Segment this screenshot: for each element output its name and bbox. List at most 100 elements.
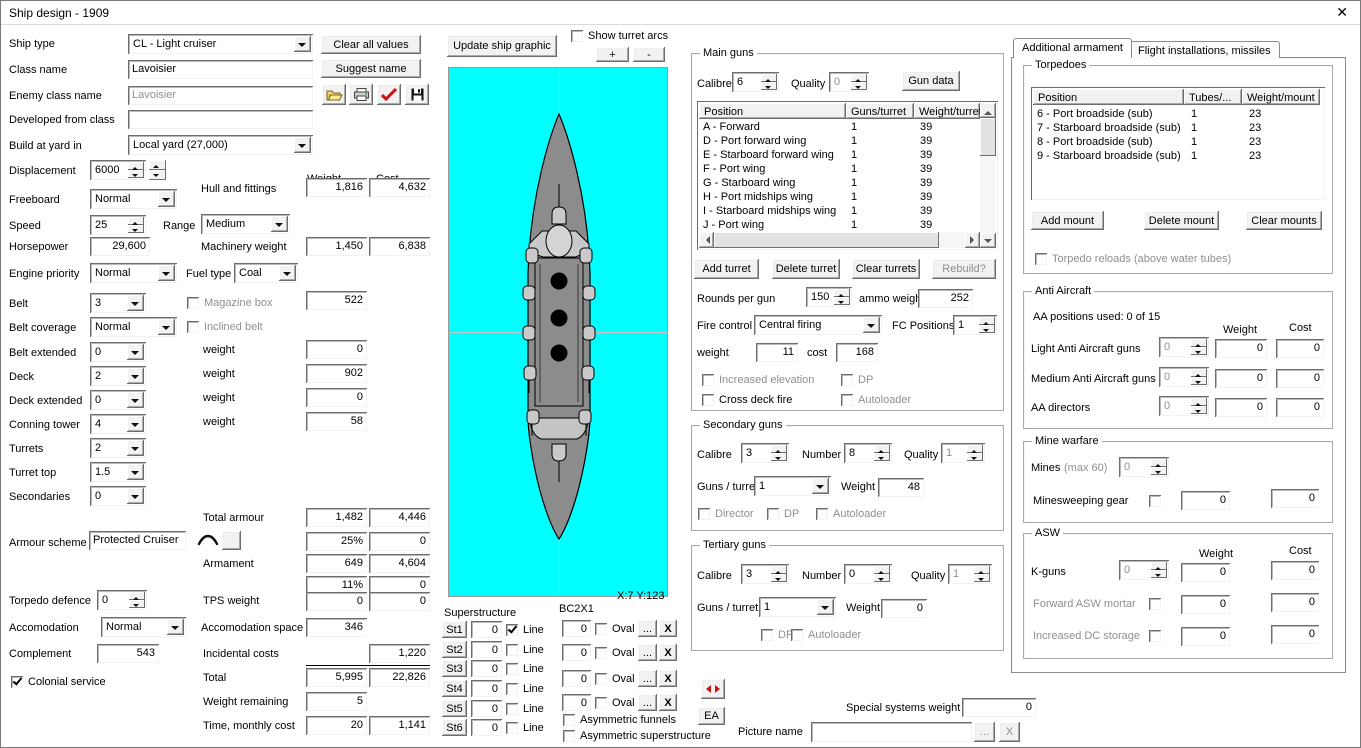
spin-down-icon[interactable] bbox=[771, 574, 787, 582]
st1-line-checkbox[interactable]: Line bbox=[506, 623, 544, 636]
spin-down-icon[interactable] bbox=[851, 82, 867, 90]
secondaries-select[interactable]: 0 bbox=[90, 486, 146, 506]
checkbox-box[interactable] bbox=[595, 622, 607, 635]
spin-up-icon[interactable] bbox=[1191, 369, 1207, 377]
validate-design-button[interactable] bbox=[377, 84, 401, 105]
oval1-field[interactable]: 0 bbox=[562, 620, 591, 637]
close-icon[interactable]: ✕ bbox=[1336, 5, 1348, 19]
range-select[interactable]: Medium bbox=[201, 214, 290, 234]
spin-down-icon[interactable] bbox=[129, 600, 145, 608]
checkbox-box[interactable] bbox=[595, 646, 607, 659]
checkbox-box[interactable] bbox=[506, 721, 518, 734]
conning-tower-select[interactable]: 4 bbox=[90, 414, 146, 434]
print-button[interactable] bbox=[349, 84, 373, 105]
torpedo-defence-spinner[interactable]: 0 bbox=[97, 590, 147, 610]
chevron-down-icon[interactable] bbox=[812, 478, 829, 494]
spin-down-icon[interactable] bbox=[149, 170, 166, 180]
spin-down-icon[interactable] bbox=[1151, 467, 1167, 475]
class-name-input[interactable]: Lavoisier bbox=[128, 60, 313, 79]
st6-field[interactable]: 0 bbox=[471, 719, 502, 736]
table-row[interactable]: G - Starboard wing 1 39 bbox=[699, 176, 980, 191]
spin-up-icon[interactable] bbox=[1191, 398, 1207, 406]
oval3-more-button[interactable]: ... bbox=[638, 670, 657, 687]
chevron-down-icon[interactable] bbox=[127, 488, 144, 504]
checkbox-box[interactable] bbox=[506, 643, 518, 656]
st5-button[interactable]: St5 bbox=[442, 700, 467, 717]
table-row[interactable]: 7 - Starboard broadside (sub) 1 23 bbox=[1033, 121, 1323, 136]
spin-down-icon[interactable] bbox=[128, 170, 144, 178]
ship-graphic-canvas[interactable] bbox=[448, 67, 668, 597]
spin-up-icon[interactable] bbox=[149, 160, 166, 170]
oval4-more-button[interactable]: ... bbox=[638, 694, 657, 711]
oval4-field[interactable]: 0 bbox=[562, 694, 591, 711]
horizontal-scrollbar[interactable] bbox=[699, 232, 980, 248]
spinner-buttons[interactable] bbox=[834, 289, 850, 305]
clear-mounts-button[interactable]: Clear mounts bbox=[1246, 211, 1322, 230]
checkbox-box[interactable] bbox=[506, 682, 518, 695]
checkbox-box[interactable] bbox=[595, 696, 607, 709]
spinner-buttons[interactable] bbox=[1151, 562, 1167, 578]
asymmetric-funnels-checkbox[interactable]: Asymmetric funnels bbox=[563, 713, 676, 726]
chevron-down-icon[interactable] bbox=[127, 368, 144, 384]
add-mount-button[interactable]: Add mount bbox=[1031, 211, 1104, 230]
spinner-buttons[interactable] bbox=[771, 445, 787, 461]
medium-aa-spinner[interactable]: 0 bbox=[1159, 367, 1209, 387]
oval2-field[interactable]: 0 bbox=[562, 644, 591, 661]
chevron-down-icon[interactable] bbox=[279, 265, 296, 281]
main-quality-spinner[interactable]: 0 bbox=[829, 72, 869, 92]
cross-deck-fire-checkbox[interactable]: Cross deck fire bbox=[702, 393, 792, 406]
table-row[interactable]: I - Starboard midships wing 1 39 bbox=[699, 204, 980, 219]
save-button[interactable] bbox=[405, 84, 429, 105]
ea-button[interactable]: EA bbox=[698, 707, 725, 725]
spin-down-icon[interactable] bbox=[834, 297, 850, 305]
spin-up-icon[interactable] bbox=[874, 566, 890, 574]
spinner-buttons[interactable] bbox=[874, 566, 890, 582]
chevron-down-icon[interactable] bbox=[127, 295, 144, 311]
spin-down-icon[interactable] bbox=[979, 325, 995, 333]
belt-coverage-select[interactable]: Normal bbox=[90, 317, 177, 337]
st4-button[interactable]: St4 bbox=[442, 680, 467, 697]
chevron-down-icon[interactable] bbox=[294, 137, 311, 153]
tab-flight-installations[interactable]: Flight installations, missiles bbox=[1129, 41, 1280, 58]
spin-up-icon[interactable] bbox=[1151, 459, 1167, 467]
open-button[interactable] bbox=[322, 84, 346, 105]
st2-line-checkbox[interactable]: Line bbox=[506, 643, 544, 656]
chevron-down-icon[interactable] bbox=[294, 36, 311, 52]
table-row[interactable]: 6 - Port broadside (sub) 1 23 bbox=[1033, 107, 1323, 122]
checkbox-box[interactable] bbox=[563, 729, 575, 742]
st6-line-checkbox[interactable]: Line bbox=[506, 721, 544, 734]
scroll-down-icon[interactable] bbox=[984, 239, 992, 247]
table-row[interactable]: E - Starboard forward wing 1 39 bbox=[699, 148, 980, 163]
fc-positions-spinner[interactable]: 1 bbox=[953, 315, 997, 335]
spin-up-icon[interactable] bbox=[967, 445, 983, 453]
deck-extended-select[interactable]: 0 bbox=[90, 390, 146, 410]
oval1-checkbox[interactable]: Oval bbox=[595, 622, 635, 635]
spin-down-icon[interactable] bbox=[974, 574, 990, 582]
st3-field[interactable]: 0 bbox=[471, 660, 502, 677]
checkbox-box[interactable] bbox=[702, 393, 714, 406]
checkbox-box[interactable] bbox=[1149, 494, 1161, 507]
tertiary-calibre-spinner[interactable]: 3 bbox=[741, 564, 789, 584]
st1-button[interactable]: St1 bbox=[442, 621, 467, 638]
spinner-buttons[interactable] bbox=[967, 445, 983, 461]
spin-up-icon[interactable] bbox=[834, 289, 850, 297]
turret-top-select[interactable]: 1.5 bbox=[90, 462, 146, 482]
swap-sides-button[interactable] bbox=[701, 679, 725, 699]
k-guns-spinner[interactable]: 0 bbox=[1119, 560, 1169, 580]
st5-line-checkbox[interactable]: Line bbox=[506, 702, 544, 715]
mines-spinner[interactable]: 0 bbox=[1119, 457, 1169, 477]
picture-browse-button[interactable]: ... bbox=[974, 722, 995, 742]
scroll-left-icon[interactable] bbox=[702, 236, 710, 244]
spin-down-icon[interactable] bbox=[761, 82, 777, 90]
scroll-right-icon[interactable] bbox=[970, 236, 978, 244]
deck-select[interactable]: 2 bbox=[90, 366, 146, 386]
secondary-number-spinner[interactable]: 8 bbox=[844, 443, 892, 463]
table-row[interactable]: 9 - Starboard broadside (sub) 1 23 bbox=[1033, 149, 1323, 164]
spinner-buttons[interactable] bbox=[1191, 369, 1207, 385]
checkbox-box[interactable] bbox=[571, 29, 583, 42]
ship-type-select[interactable]: CL - Light cruiser bbox=[128, 34, 313, 54]
picture-name-input[interactable] bbox=[811, 722, 972, 742]
tertiary-quality-spinner[interactable]: 1 bbox=[948, 564, 992, 584]
st2-field[interactable]: 0 bbox=[471, 641, 502, 658]
chevron-down-icon[interactable] bbox=[127, 440, 144, 456]
